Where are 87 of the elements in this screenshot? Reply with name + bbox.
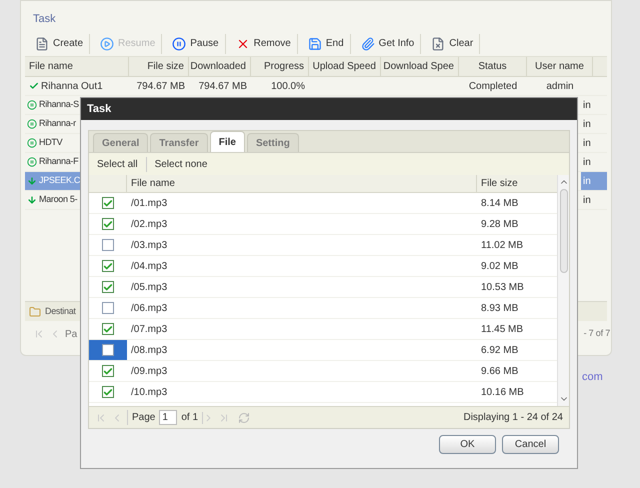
column-header[interactable]: File size [129, 57, 189, 76]
table-cell-text: /08.mp3 [130, 344, 168, 358]
table-cell-text: 11.45 MB [480, 322, 524, 336]
document-icon [431, 36, 446, 50]
first-page-icon[interactable] [33, 328, 45, 340]
link[interactable]: com [582, 369, 603, 386]
dialog-button[interactable]: Cancel [502, 435, 559, 454]
folder-icon [29, 306, 41, 318]
dialog-title: Task [87, 102, 112, 117]
paging-info: - 7 of 7 [584, 327, 610, 340]
table-cell-text: /05.mp3 [130, 280, 168, 294]
table-cell-text: 100.0% [271, 80, 305, 94]
table-cell-text: /01.mp3 [130, 196, 168, 210]
scrollbar[interactable] [557, 175, 569, 406]
table-cell[interactable]: in [581, 191, 607, 209]
dialog-button[interactable]: OK [439, 435, 496, 454]
checkbox[interactable] [102, 281, 114, 293]
toolbar-button[interactable]: Clear [425, 34, 480, 54]
table-cell[interactable]: in [581, 153, 607, 171]
table-cell[interactable]: Rihanna-r [25, 115, 81, 133]
table-cell[interactable]: in [581, 134, 607, 152]
page-label: Page [127, 410, 156, 425]
refresh-icon[interactable] [238, 412, 250, 424]
document-icon [35, 36, 49, 50]
table-cell-text: 10.53 MB [480, 280, 525, 294]
checkbox[interactable] [102, 302, 114, 314]
paperclip-icon [360, 36, 375, 50]
table-cell-text: 794.67 MB [198, 80, 247, 94]
play-icon [100, 36, 114, 50]
table-cell-text: 9.02 MB [480, 260, 520, 274]
table-cell[interactable]: in [581, 96, 607, 114]
page-field[interactable]: 1 [159, 410, 178, 425]
page-label: Pa [65, 328, 78, 342]
pause-icon [172, 36, 186, 50]
page-count: of 1 [181, 411, 198, 425]
scrollbar-thumb[interactable] [560, 189, 568, 273]
checkbox[interactable] [102, 323, 114, 335]
table-cell-text: /06.mp3 [130, 302, 168, 316]
table-cell-text: /10.mp3 [130, 386, 168, 400]
table-cell-text: 8.93 MB [480, 302, 520, 316]
column-header[interactable]: File name [127, 175, 477, 192]
table-cell-text: /09.mp3 [130, 364, 168, 378]
toolbar-button[interactable]: Select none [146, 156, 212, 172]
column-header[interactable]: Download Spee [381, 57, 459, 76]
toolbar-button[interactable]: Create [29, 34, 90, 54]
checkbox[interactable] [102, 386, 114, 398]
checkbox[interactable] [102, 260, 114, 272]
column-header[interactable]: Progress [251, 57, 309, 76]
toolbar-button[interactable]: Select all [93, 156, 142, 172]
table-cell-text: /04.mp3 [130, 260, 168, 274]
column-header[interactable]: User name [527, 57, 593, 76]
table-cell-text: 6.92 MB [480, 344, 520, 358]
table-cell-text: 794.67 MB [136, 80, 185, 94]
table-cell[interactable]: Maroon 5- [25, 191, 81, 209]
table-cell-text: /03.mp3 [130, 238, 168, 252]
table-cell[interactable]: Rihanna-S [25, 96, 81, 114]
table-cell-text: admin [546, 80, 574, 94]
paging-info: Displaying 1 - 24 of 24 [463, 411, 563, 425]
table-cell-text: /02.mp3 [130, 218, 168, 232]
checkbox[interactable] [102, 344, 114, 356]
table-cell[interactable]: HDTV [25, 134, 81, 152]
table-cell-text: /07.mp3 [130, 322, 168, 336]
column-header[interactable]: File size [477, 175, 557, 192]
table-cell-text: Rihanna Out1 [41, 80, 103, 94]
table-cell-text: Completed [468, 80, 518, 94]
table-cell-text: 10.16 MB [480, 386, 525, 400]
checkbox[interactable] [102, 197, 114, 209]
toolbar-button[interactable]: Pause [166, 34, 226, 54]
table-cell-text: 8.14 MB [480, 196, 520, 210]
tab[interactable]: File [210, 131, 245, 152]
column-header[interactable]: Status [459, 57, 527, 76]
checkbox[interactable] [102, 239, 114, 251]
table-cell-text: 9.28 MB [480, 218, 520, 232]
column-header[interactable]: Upload Speed [309, 57, 381, 76]
checkbox[interactable] [102, 218, 114, 230]
checkbox[interactable] [102, 365, 114, 377]
toolbar-button[interactable]: End [302, 34, 351, 54]
table-cell[interactable]: Rihanna-F [25, 153, 81, 171]
table-cell[interactable]: in [581, 115, 607, 133]
column-header[interactable]: Downloaded [189, 57, 251, 76]
tab-label[interactable]: Destinat [45, 304, 76, 318]
table-cell-text: 11.02 MB [480, 238, 524, 252]
window-title: Task [33, 12, 56, 26]
toolbar-button[interactable]: Remove [230, 34, 298, 54]
toolbar-button[interactable]: Get Info [354, 34, 422, 54]
table-cell-text: 9.66 MB [480, 364, 520, 378]
column-header[interactable]: File name [25, 57, 129, 76]
